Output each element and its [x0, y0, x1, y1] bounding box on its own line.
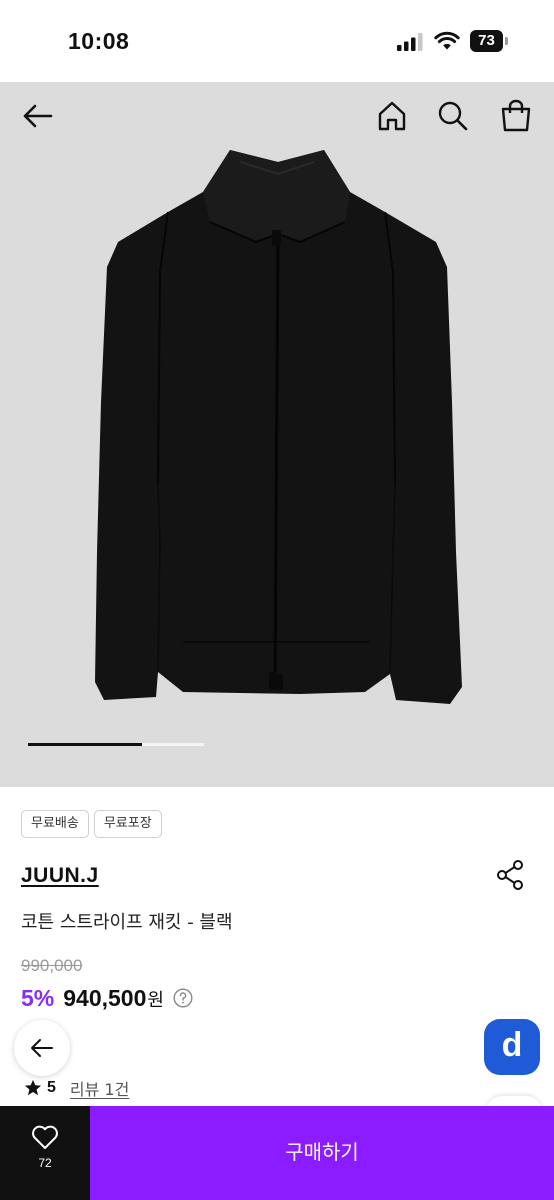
app-logo-button[interactable]: d — [484, 1019, 540, 1075]
back-arrow-icon — [31, 1039, 53, 1057]
status-time: 10:08 — [68, 28, 130, 54]
share-button[interactable] — [494, 858, 526, 892]
buy-button[interactable]: 구매하기 — [90, 1106, 554, 1200]
gallery-progress-fill — [28, 743, 143, 746]
question-circle-icon[interactable] — [173, 988, 193, 1008]
tag-free-wrapping: 무료포장 — [93, 810, 162, 838]
cart-button[interactable] — [494, 94, 538, 138]
product-photo-jacket — [95, 150, 462, 704]
star-icon — [24, 1079, 42, 1096]
tag-free-shipping: 무료배송 — [21, 810, 89, 838]
home-icon — [378, 101, 406, 131]
currency-unit: 원 — [147, 990, 164, 1010]
battery-indicator: 73 — [470, 30, 508, 52]
like-count: 72 — [38, 1156, 52, 1170]
wifi-icon — [434, 31, 460, 50]
product-name: 코튼 스트라이프 재킷 - 블랙 — [21, 912, 233, 933]
service-tags: 무료배송 무료포장 — [21, 810, 162, 838]
like-button[interactable]: 72 — [0, 1106, 90, 1200]
brand-link[interactable]: JUUN.J — [21, 864, 99, 888]
discount-rate: 5% — [21, 985, 55, 1011]
rating-value: 5 — [47, 1079, 56, 1096]
shopping-bag-icon — [501, 99, 531, 132]
original-price: 990,000 — [21, 956, 83, 975]
heart-icon — [32, 1125, 58, 1149]
status-bar: 10:08 73 — [0, 0, 554, 82]
search-button[interactable] — [431, 94, 475, 138]
battery-cap — [505, 37, 508, 45]
back-arrow-icon — [23, 104, 53, 128]
home-button[interactable] — [370, 94, 414, 138]
review-link[interactable]: 리뷰 1건 — [70, 1076, 129, 1100]
battery-level: 73 — [470, 30, 503, 52]
search-icon — [438, 101, 468, 131]
price-row: 5% 940,500 원 — [21, 985, 193, 1012]
product-image-gallery[interactable] — [0, 82, 554, 787]
share-icon — [497, 860, 523, 890]
rating-row: 5 리뷰 1건 — [24, 1076, 129, 1100]
bottom-action-bar: 72 구매하기 — [0, 1106, 554, 1200]
cellular-signal-icon — [397, 33, 423, 51]
gallery-progress-bar — [28, 743, 204, 746]
floating-back-button[interactable] — [14, 1020, 70, 1076]
sale-price: 940,500 — [63, 985, 147, 1011]
back-button[interactable] — [16, 94, 60, 138]
